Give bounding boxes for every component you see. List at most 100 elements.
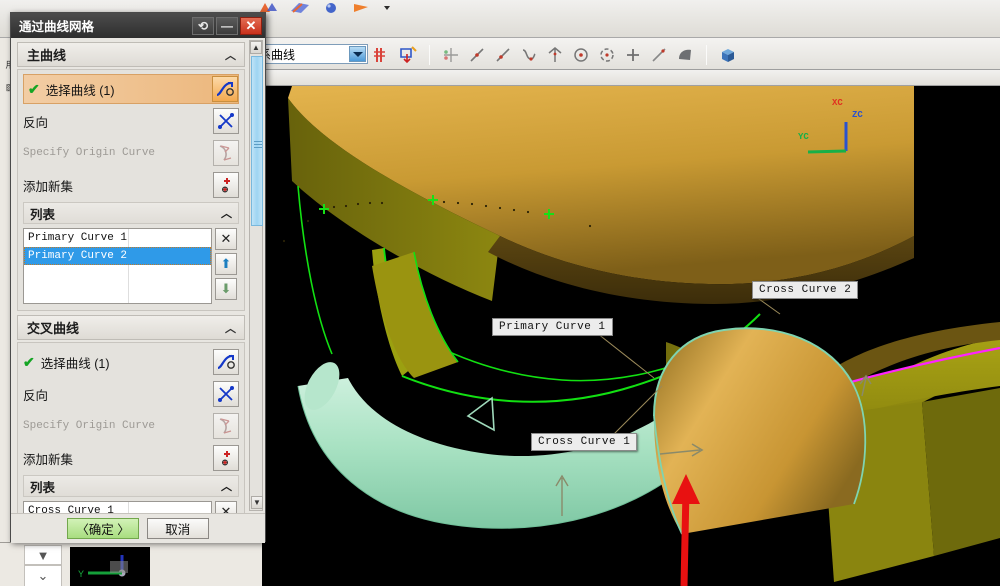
graphics-viewport[interactable]: XC ZC YC Primary Curve 1 Cross Curve 2 C… <box>262 86 1000 586</box>
chevron-up-icon[interactable]: ︿ <box>225 320 236 336</box>
list-header-primary[interactable]: 列表 ︿ <box>23 202 239 224</box>
chevron-up-icon[interactable]: ︿ <box>221 205 232 221</box>
specify-origin-curve-label: Specify Origin Curve <box>23 147 213 159</box>
list-item-label: Primary Curve 2 <box>24 247 129 265</box>
list-item-label <box>24 265 129 283</box>
list-title: 列表 <box>30 477 55 496</box>
list-item-label: Cross Curve 1 <box>24 502 129 513</box>
list-item[interactable]: Cross Curve 1 <box>24 502 211 513</box>
remove-item-button[interactable]: ✕ <box>215 501 237 513</box>
reverse-direction-label: 反向 <box>23 112 213 131</box>
specify-origin-curve-icon <box>213 140 239 166</box>
add-new-set-icon[interactable] <box>213 172 239 198</box>
close-button[interactable]: ✕ <box>240 17 262 35</box>
select-curve-label: 选择曲线 (1) <box>41 353 213 372</box>
ok-button[interactable]: 〈确定 〉 <box>67 518 138 539</box>
surface-fillet-icon[interactable] <box>675 45 695 65</box>
surface-sweep-icon[interactable] <box>289 1 311 14</box>
add-new-set-row-primary[interactable]: 添加新集 <box>23 170 239 200</box>
dialog-scrollbar[interactable]: ▲ ▼ <box>249 40 263 511</box>
minimize-button[interactable]: — <box>216 17 238 35</box>
move-up-button[interactable]: ⬆ <box>215 253 237 275</box>
scrollbar-thumb[interactable] <box>251 56 263 226</box>
check-icon: ✔ <box>28 81 40 98</box>
line-2-icon[interactable] <box>649 45 669 65</box>
section-title: 交叉曲线 <box>27 318 79 337</box>
add-new-set-icon[interactable] <box>213 445 239 471</box>
reverse-direction-row-primary[interactable]: 反向 <box>23 106 239 136</box>
dialog-title-buttons: ⟲ — ✕ <box>192 17 265 35</box>
curve-type-combo[interactable]: 关系曲线 <box>258 44 368 64</box>
curve-toolbar-icons <box>372 42 738 68</box>
list-buttons-cross: ✕ ⬆ <box>215 501 239 513</box>
dialog-title-bar[interactable]: 通过曲线网格 ⟲ — ✕ <box>11 13 265 38</box>
move-object-icon[interactable] <box>441 45 461 65</box>
list-item[interactable] <box>24 265 211 283</box>
point-icon[interactable] <box>623 45 643 65</box>
specify-origin-curve-label: Specify Origin Curve <box>23 420 213 432</box>
cross-curve-list[interactable]: Cross Curve 1 Cross Curve 2 <box>23 501 212 513</box>
chevron-down-button-2[interactable]: ⌄ <box>24 565 62 586</box>
select-curve-row-primary[interactable]: ✔ 选择曲线 (1) <box>23 74 239 104</box>
chevron-down-icon[interactable] <box>349 46 366 62</box>
cross-curve-1-label[interactable]: Cross Curve 1 <box>531 433 637 451</box>
list-item-col2 <box>129 229 211 247</box>
chevron-down-button-1[interactable]: ▼ <box>24 545 62 565</box>
remove-item-button[interactable]: ✕ <box>215 228 237 250</box>
top-toolbar-icons <box>258 1 392 14</box>
primary-curve-list[interactable]: Primary Curve 1 Primary Curve 2 <box>23 228 212 304</box>
wcs-y-label: YC <box>798 132 809 142</box>
chevron-up-icon[interactable]: ︿ <box>221 478 232 494</box>
list-header-cross[interactable]: 列表 ︿ <box>23 475 239 497</box>
reverse-direction-label: 反向 <box>23 385 213 404</box>
application-window: 关系曲线 <box>0 0 1000 586</box>
list-item[interactable]: Primary Curve 2 <box>24 247 211 265</box>
offset-curve-icon[interactable] <box>372 45 392 65</box>
cross-curve-2-label[interactable]: Cross Curve 2 <box>752 281 858 299</box>
primary-curve-1-label[interactable]: Primary Curve 1 <box>492 318 613 336</box>
arc-point-icon[interactable] <box>545 45 565 65</box>
circle-center-icon[interactable] <box>597 45 617 65</box>
section-panel-cross-curves: ✔ 选择曲线 (1) 反向 Specify Origin Curve <box>17 342 245 513</box>
circle-icon[interactable] <box>571 45 591 65</box>
list-item[interactable]: Primary Curve 1 <box>24 229 211 247</box>
list-item[interactable] <box>24 283 211 303</box>
toolbar-separator-2 <box>706 45 707 65</box>
list-wrapper-cross: Cross Curve 1 Cross Curve 2 <box>23 501 239 513</box>
reverse-direction-row-cross[interactable]: 反向 <box>23 379 239 409</box>
select-curve-label: 选择曲线 (1) <box>46 80 212 99</box>
project-curve-icon[interactable] <box>398 45 418 65</box>
list-item-label: Primary Curve 1 <box>24 229 129 247</box>
scroll-down-button[interactable]: ▼ <box>251 496 263 509</box>
toolbar-separator <box>429 45 430 65</box>
bottom-left-panel: ▼ ⌄ Y <box>0 542 262 586</box>
reverse-direction-icon[interactable] <box>213 381 239 407</box>
box-icon[interactable] <box>718 45 738 65</box>
move-down-button[interactable]: ⬇ <box>215 278 237 300</box>
select-curve-row-cross[interactable]: ✔ 选择曲线 (1) <box>23 347 239 377</box>
spline-icon[interactable] <box>519 45 539 65</box>
list-title: 列表 <box>30 204 55 223</box>
line-point-icon[interactable] <box>493 45 513 65</box>
select-curve-icon[interactable] <box>213 349 239 375</box>
reverse-direction-icon[interactable] <box>213 108 239 134</box>
bottom-triad-icon: Y <box>70 547 150 586</box>
select-curve-icon[interactable] <box>212 76 238 102</box>
reset-button[interactable]: ⟲ <box>192 17 214 35</box>
add-new-set-label: 添加新集 <box>23 449 213 468</box>
blue-sphere-icon[interactable] <box>320 1 342 14</box>
add-new-set-row-cross[interactable]: 添加新集 <box>23 443 239 473</box>
line-icon[interactable] <box>467 45 487 65</box>
list-item-col2 <box>129 283 211 303</box>
overflow-arrow-icon[interactable] <box>382 1 392 14</box>
dialog-body: 主曲线 ︿ ✔ 选择曲线 (1) 反向 <box>11 38 265 543</box>
section-header-primary-curves[interactable]: 主曲线 ︿ <box>17 42 245 67</box>
chevron-up-icon[interactable]: ︿ <box>225 47 236 63</box>
section-header-cross-curves[interactable]: 交叉曲线 ︿ <box>17 315 245 340</box>
through-curve-mesh-dialog[interactable]: 通过曲线网格 ⟲ — ✕ 主曲线 ︿ ✔ 选择曲线 (1) <box>10 12 266 542</box>
cancel-button[interactable]: 取消 <box>147 518 209 539</box>
extrude-icon[interactable] <box>351 1 373 14</box>
check-icon: ✔ <box>23 354 35 371</box>
scroll-up-button[interactable]: ▲ <box>250 41 262 54</box>
list-item-col2 <box>129 265 211 283</box>
